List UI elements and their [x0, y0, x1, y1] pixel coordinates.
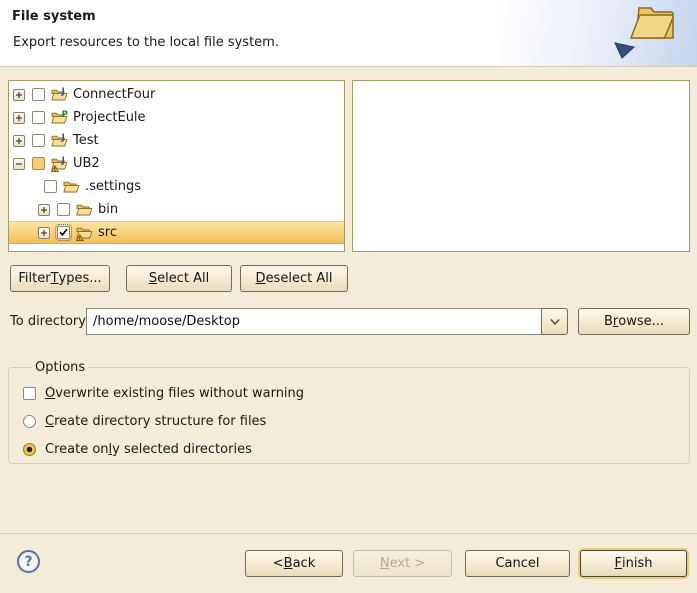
- wizard-banner: File system Export resources to the loca…: [0, 0, 697, 67]
- tree-item-checkbox[interactable]: [32, 111, 45, 124]
- tree-item-checkbox[interactable]: [57, 203, 70, 216]
- export-to-filesystem-icon: [609, 2, 689, 66]
- option-label: Create only selected directories: [45, 442, 252, 457]
- expand-icon[interactable]: [38, 227, 50, 239]
- options-group: Options Overwrite existing files without…: [8, 360, 690, 464]
- footer-separator: [0, 533, 697, 534]
- resource-tree[interactable]: J ConnectFour P ProjectEule J Test J UB2 .settin…: [8, 80, 345, 252]
- tree-item[interactable]: .settings: [9, 175, 344, 198]
- option-label: Create directory structure for files: [45, 414, 266, 429]
- tree-item[interactable]: src: [9, 221, 344, 244]
- chevron-down-icon: [549, 318, 561, 326]
- destination-dropdown-button[interactable]: [541, 308, 568, 335]
- svg-text:J: J: [61, 156, 65, 166]
- options-list: Overwrite existing files without warning…: [23, 379, 689, 463]
- expand-icon[interactable]: [13, 89, 25, 101]
- collapse-icon[interactable]: [13, 158, 25, 170]
- tree-item[interactable]: J UB2: [9, 152, 344, 175]
- option-label: Overwrite existing files without warning: [45, 386, 304, 401]
- project-folder-icon: P: [51, 110, 68, 126]
- tree-item-checkbox[interactable]: [32, 134, 45, 147]
- back-button[interactable]: < Back: [245, 550, 343, 577]
- browse-button[interactable]: Browse...: [578, 308, 690, 335]
- tree-item-label: ConnectFour: [73, 87, 155, 102]
- tree-item[interactable]: bin: [9, 198, 344, 221]
- cancel-button[interactable]: Cancel: [465, 550, 570, 577]
- tree-item-checkbox[interactable]: [44, 180, 57, 193]
- option-radio-row[interactable]: Create only selected directories: [23, 435, 689, 463]
- tree-item-label: .settings: [85, 179, 141, 194]
- tree-item-label: UB2: [73, 156, 100, 171]
- select-all-button[interactable]: Select All: [126, 265, 232, 292]
- expand-icon[interactable]: [38, 204, 50, 216]
- tree-item-label: src: [98, 225, 117, 240]
- tree-item[interactable]: J Test: [9, 129, 344, 152]
- svg-text:J: J: [61, 87, 65, 97]
- file-list[interactable]: [352, 80, 690, 252]
- tree-item-label: bin: [98, 202, 118, 217]
- tree-item-checkbox[interactable]: [32, 88, 45, 101]
- page-subtitle: Export resources to the local file syste…: [13, 35, 279, 50]
- option-radio-row[interactable]: Create directory structure for files: [23, 407, 689, 435]
- destination-input[interactable]: [86, 308, 542, 335]
- page-title: File system: [12, 9, 96, 24]
- option-checkbox-row[interactable]: Overwrite existing files without warning: [23, 379, 689, 407]
- tree-item-label: Test: [73, 133, 99, 148]
- selection-toolbar: Filter Types... Select All Deselect All: [10, 265, 348, 292]
- next-button[interactable]: Next >: [353, 550, 452, 577]
- svg-text:J: J: [61, 133, 65, 143]
- option-radio[interactable]: [23, 443, 36, 456]
- finish-button[interactable]: Finish: [580, 550, 687, 577]
- destination-label: To directory:: [10, 308, 89, 335]
- folder-warning-icon: [76, 225, 93, 241]
- java-project-folder-icon: J: [51, 87, 68, 103]
- help-button[interactable]: ?: [17, 550, 40, 573]
- svg-text:P: P: [62, 110, 68, 120]
- expand-icon[interactable]: [13, 135, 25, 147]
- folder-icon: [63, 179, 80, 195]
- folder-icon: [76, 202, 93, 218]
- tree-item[interactable]: J ConnectFour: [9, 83, 344, 106]
- filter-types-button[interactable]: Filter Types...: [10, 265, 110, 292]
- tree-item-label: ProjectEule: [73, 110, 146, 125]
- wizard-buttons: < Back Next > Cancel Finish: [245, 550, 687, 577]
- java-project-folder-warning-icon: J: [51, 156, 68, 172]
- java-project-folder-icon: J: [51, 133, 68, 149]
- option-radio[interactable]: [23, 415, 36, 428]
- tree-item-checkbox[interactable]: [32, 157, 45, 170]
- tree-item[interactable]: P ProjectEule: [9, 106, 344, 129]
- options-legend: Options: [32, 360, 88, 375]
- tree-item-checkbox[interactable]: [57, 226, 70, 239]
- deselect-all-button[interactable]: Deselect All: [240, 265, 348, 292]
- option-checkbox[interactable]: [23, 387, 36, 400]
- expand-icon[interactable]: [13, 112, 25, 124]
